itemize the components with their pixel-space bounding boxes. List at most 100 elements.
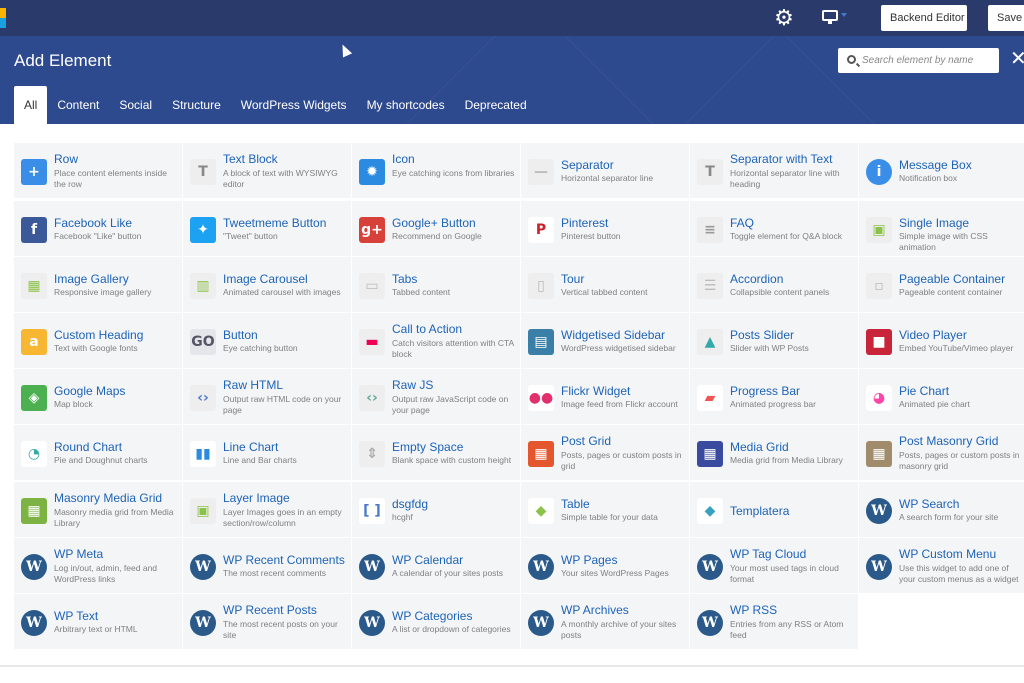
element-name: Line Chart	[223, 440, 279, 454]
element-description: Embed YouTube/Vimeo player	[899, 343, 1014, 353]
element-wp-search[interactable]: W WP Search A search form for your site	[859, 482, 1024, 537]
element-name: Posts Slider	[730, 328, 795, 342]
element-description: Image feed from Flickr account	[561, 399, 678, 409]
element-call-to-action[interactable]: ▬ Call to Action Catch visitors attention …	[352, 313, 520, 368]
element-name: Call to Action	[392, 322, 463, 336]
element-wp-text[interactable]: W WP Text Arbitrary text or HTML	[14, 594, 182, 649]
element-description: Use this widget to add one of your custo…	[899, 563, 1019, 584]
element-text-block[interactable]: T Text Block A block of text with WYSIWYG …	[183, 143, 351, 198]
element-wp-rss[interactable]: W WP RSS Entries from any RSS or Atom feed	[690, 594, 858, 649]
element-pageable-container[interactable]: ▫ Pageable Container Pageable content cont…	[859, 257, 1024, 312]
tab-structure[interactable]: Structure	[162, 86, 231, 124]
element-name: WP Archives	[561, 603, 629, 617]
close-icon[interactable]: ✕	[1010, 48, 1024, 70]
element-tour[interactable]: ▯ Tour Vertical tabbed content	[521, 257, 689, 312]
element-separator-with-text[interactable]: T Separator with Text Horizontal separator…	[690, 143, 858, 198]
image-icon: ▣	[866, 217, 892, 243]
element-flickr-widget[interactable]: ●● Flickr Widget Image feed from Flickr ac…	[521, 369, 689, 424]
element-name: dsgfdg	[392, 497, 429, 511]
element-faq[interactable]: ≡ FAQ Toggle element for Q&A block	[690, 201, 858, 256]
element-table[interactable]: ◆ Table Simple table for your data	[521, 482, 689, 537]
element-raw-js[interactable]: ‹› Raw JS Output raw JavaScript code on yo…	[352, 369, 520, 424]
element-name: WP Recent Comments	[223, 553, 345, 567]
element-name: WP Tag Cloud	[730, 547, 807, 561]
element-message-box[interactable]: i Message Box Notification box	[859, 143, 1024, 198]
element-media-grid[interactable]: ▦ Media Grid Media grid from Media Library	[690, 425, 858, 480]
element-image-carousel[interactable]: ▥ Image Carousel Animated carousel with im…	[183, 257, 351, 312]
wordpress-icon: W	[21, 554, 47, 580]
element-custom-heading[interactable]: a Custom Heading Text with Google fonts	[14, 313, 182, 368]
element-wp-categories[interactable]: W WP Categories A list or dropdown of cate…	[352, 594, 520, 649]
separator-text-icon: T	[697, 159, 723, 185]
element-description: Text with Google fonts	[54, 343, 138, 353]
element-wp-recent-comments[interactable]: W WP Recent Comments The most recent comme…	[183, 538, 351, 593]
backend-editor-button[interactable]: Backend Editor	[881, 5, 967, 31]
top-toolbar: ⚙ Backend Editor Save D	[0, 0, 1024, 36]
element-description: Pie and Doughnut charts	[54, 455, 148, 465]
element-tabs[interactable]: ▭ Tabs Tabbed content	[352, 257, 520, 312]
element-dsgfdg[interactable]: [ ] dsgfdg hcghf	[352, 482, 520, 537]
element-name: Pinterest	[561, 216, 609, 230]
element-image-gallery[interactable]: ▦ Image Gallery Responsive image gallery	[14, 257, 182, 312]
element-empty-space[interactable]: ⇕ Empty Space Blank space with custom heig…	[352, 425, 520, 480]
tab-all[interactable]: All	[14, 86, 48, 124]
element-description: Pageable content container	[899, 287, 1003, 297]
element-description: Your sites WordPress Pages	[561, 568, 669, 578]
element-posts-slider[interactable]: ▲ Posts Slider Slider with WP Posts	[690, 313, 858, 368]
element-google-button[interactable]: g+ Google+ Button Recommend on Google	[352, 201, 520, 256]
element-description: Animated progress bar	[730, 399, 816, 409]
element-description: Recommend on Google	[392, 231, 482, 241]
element-icon[interactable]: ✹ Icon Eye catching icons from libraries	[352, 143, 520, 198]
tab-social[interactable]: Social	[109, 86, 162, 124]
element-name: Message Box	[899, 158, 972, 172]
search-box[interactable]	[838, 48, 999, 73]
tab-deprecated[interactable]: Deprecated	[455, 86, 537, 124]
save-button[interactable]: Save D	[988, 5, 1024, 31]
element-templatera[interactable]: ◆ Templatera	[690, 482, 858, 537]
element-description: Map block	[54, 399, 93, 409]
element-tweetmeme-button[interactable]: ✦ Tweetmeme Button "Tweet" button	[183, 201, 351, 256]
element-layer-image[interactable]: ▣ Layer Image Layer Images goes in an empt…	[183, 482, 351, 537]
element-button[interactable]: GO Button Eye catching button	[183, 313, 351, 368]
chevron-down-icon[interactable]	[841, 13, 847, 17]
element-masonry-media-grid[interactable]: ▦ Masonry Media Grid Masonry media grid fr…	[14, 482, 182, 537]
element-wp-meta[interactable]: W WP Meta Log in/out, admin, feed and Word…	[14, 538, 182, 593]
search-input[interactable]	[862, 51, 994, 70]
element-raw-html[interactable]: ‹› Raw HTML Output raw HTML code on your p…	[183, 369, 351, 424]
element-wp-archives[interactable]: W WP Archives A monthly archive of your si…	[521, 594, 689, 649]
element-description: Animated carousel with images	[223, 287, 341, 297]
tab-my-shortcodes[interactable]: My shortcodes	[357, 86, 455, 124]
element-wp-recent-posts[interactable]: W WP Recent Posts The most recent posts on…	[183, 594, 351, 649]
info-icon: i	[866, 159, 892, 185]
element-post-grid[interactable]: ▦ Post Grid Posts, pages or custom posts i…	[521, 425, 689, 480]
gear-icon[interactable]: ⚙	[772, 6, 796, 30]
element-wp-custom-menu[interactable]: W WP Custom Menu Use this widget to add on…	[859, 538, 1024, 593]
element-round-chart[interactable]: ◔ Round Chart Pie and Doughnut charts	[14, 425, 182, 480]
element-name: Video Player	[899, 328, 967, 342]
element-description: Catch visitors attention with CTA block	[392, 338, 514, 359]
element-video-player[interactable]: ■ Video Player Embed YouTube/Vimeo player	[859, 313, 1024, 368]
element-facebook-like[interactable]: f Facebook Like Facebook "Like" button	[14, 201, 182, 256]
element-post-masonry-grid[interactable]: ▦ Post Masonry Grid Posts, pages or custom…	[859, 425, 1024, 480]
element-wp-calendar[interactable]: W WP Calendar A calendar of your sites pos…	[352, 538, 520, 593]
element-name: Google Maps	[54, 384, 126, 398]
element-accordion[interactable]: ☰ Accordion Collapsible content panels	[690, 257, 858, 312]
wordpress-icon: W	[697, 610, 723, 636]
element-wp-pages[interactable]: W WP Pages Your sites WordPress Pages	[521, 538, 689, 593]
tab-content[interactable]: Content	[47, 86, 109, 124]
element-separator[interactable]: — Separator Horizontal separator line	[521, 143, 689, 198]
element-single-image[interactable]: ▣ Single Image Simple image with CSS anima…	[859, 201, 1024, 256]
element-row[interactable]: + Row Place content elements inside the ro…	[14, 143, 182, 198]
element-widgetised-sidebar[interactable]: ▤ Widgetised Sidebar WordPress widgetised …	[521, 313, 689, 368]
monitor-icon[interactable]	[822, 10, 838, 24]
element-description: Output raw HTML code on your page	[223, 394, 342, 415]
element-name: Media Grid	[730, 440, 789, 454]
element-name: Post Masonry Grid	[899, 434, 999, 448]
element-wp-tag-cloud[interactable]: W WP Tag Cloud Your most used tags in clou…	[690, 538, 858, 593]
tab-wordpress-widgets[interactable]: WordPress Widgets	[231, 86, 357, 124]
element-line-chart[interactable]: ▮▮ Line Chart Line and Bar charts	[183, 425, 351, 480]
element-pinterest[interactable]: P Pinterest Pinterest button	[521, 201, 689, 256]
element-progress-bar[interactable]: ▰ Progress Bar Animated progress bar	[690, 369, 858, 424]
element-pie-chart[interactable]: ◕ Pie Chart Animated pie chart	[859, 369, 1024, 424]
element-google-maps[interactable]: ◈ Google Maps Map block	[14, 369, 182, 424]
